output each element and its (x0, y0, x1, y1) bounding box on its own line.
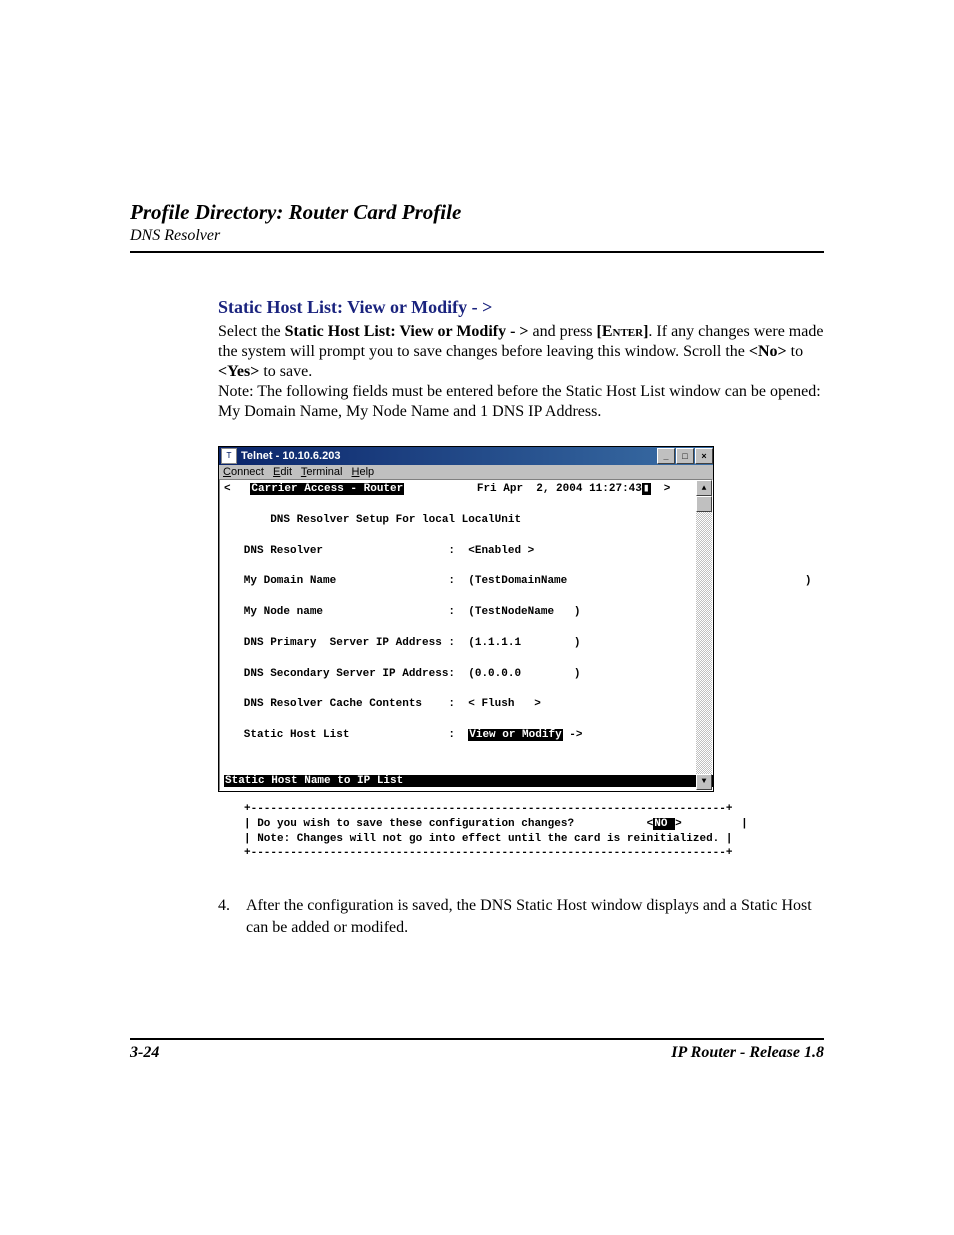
static-host-selected[interactable]: View or Modify (468, 729, 562, 741)
step-number: 4. (218, 895, 246, 938)
arrow-icon: -> (563, 729, 583, 741)
window-titlebar[interactable]: T Telnet - 10.10.6.203 _ □ × (219, 447, 713, 465)
mnemonic: C (223, 466, 231, 478)
secondary-ip-value[interactable]: 0.0.0.0 (475, 668, 521, 680)
key-enter: [Enter] (597, 323, 649, 340)
terminal-area: < Carrier Access - Router Fri Apr 2, 200… (219, 479, 713, 791)
text: to save. (259, 363, 312, 380)
status-bar: Static Host Name to IP List (224, 775, 714, 787)
text: onnect (231, 466, 264, 478)
primary-ip-value[interactable]: 1.1.1.1 (475, 637, 521, 649)
cache-flush-value[interactable]: < Flush > (468, 698, 541, 710)
note-line: | Note: Changes will not go into effect … (244, 833, 732, 845)
text: ) (521, 668, 580, 680)
option-yes: <Yes> (218, 363, 259, 380)
menu-edit[interactable]: Edit (273, 466, 292, 478)
text: erminal (306, 466, 342, 478)
text: > (651, 483, 671, 495)
menu-terminal[interactable]: Terminal (301, 466, 343, 478)
field-reference: Static Host List: View or Modify - > (285, 323, 529, 340)
page-title: Profile Directory: Router Card Profile (130, 200, 824, 225)
minimize-button[interactable]: _ (657, 448, 675, 464)
vertical-scrollbar[interactable]: ▲ ▼ (696, 480, 712, 790)
node-name-value[interactable]: TestNodeName (475, 606, 554, 618)
text: dit (280, 466, 292, 478)
dns-resolver-value[interactable]: <Enabled > (468, 545, 534, 557)
menu-help[interactable]: Help (352, 466, 375, 478)
box-edge: +---------------------------------------… (244, 847, 732, 859)
field-label: DNS Primary Server IP Address : ( (224, 637, 475, 649)
field-label: My Node name : ( (224, 606, 475, 618)
text: < (224, 483, 250, 495)
terminal-output[interactable]: < Carrier Access - Router Fri Apr 2, 200… (220, 480, 712, 790)
text: > | (675, 818, 748, 830)
field-label: My Domain Name : ( (224, 575, 475, 587)
page-number: 3-24 (130, 1044, 159, 1062)
option-no: <No> (749, 343, 787, 360)
page-footer: 3-24 IP Router - Release 1.8 (130, 1038, 824, 1062)
telnet-window: T Telnet - 10.10.6.203 _ □ × Connect Edi… (218, 446, 714, 792)
domain-name-value[interactable]: TestDomainName (475, 575, 567, 587)
text: Select the (218, 323, 285, 340)
setup-heading: DNS Resolver Setup For local LocalUnit (224, 514, 521, 526)
header-rule (130, 251, 824, 253)
router-banner: Carrier Access - Router (250, 483, 404, 495)
box-edge: +---------------------------------------… (244, 803, 732, 815)
step-4: 4. After the configuration is saved, the… (218, 895, 824, 938)
footer-rule (130, 1038, 824, 1040)
note-text: Note: The following fields must be enter… (218, 383, 821, 420)
instruction-paragraph: Select the Static Host List: View or Mod… (218, 322, 824, 422)
option-no-selected[interactable]: NO (653, 818, 675, 830)
timestamp: Fri Apr 2, 2004 11:27:43 (404, 483, 642, 495)
field-label: DNS Resolver : (224, 545, 468, 557)
text: ) (521, 637, 580, 649)
field-label: DNS Secondary Server IP Address: ( (224, 668, 475, 680)
field-label: DNS Resolver Cache Contents : (224, 698, 468, 710)
scroll-thumb[interactable] (696, 496, 712, 512)
text: to (787, 343, 803, 360)
text: ) (554, 606, 580, 618)
menu-connect[interactable]: Connect (223, 466, 264, 478)
prompt-text: | Do you wish to save these configuratio… (244, 818, 653, 830)
maximize-button[interactable]: □ (676, 448, 694, 464)
release-label: IP Router - Release 1.8 (671, 1044, 824, 1062)
text: and press (529, 323, 597, 340)
text: ) (567, 575, 811, 587)
step-text: After the configuration is saved, the DN… (246, 895, 824, 938)
text: elp (359, 466, 374, 478)
page-subtitle: DNS Resolver (130, 227, 824, 245)
confirmation-dialog: +---------------------------------------… (244, 802, 824, 861)
field-label: Static Host List : (224, 729, 468, 741)
window-title: Telnet - 10.10.6.203 (241, 450, 656, 462)
scroll-down-button[interactable]: ▼ (696, 774, 712, 790)
menu-bar: Connect Edit Terminal Help (219, 465, 713, 479)
close-button[interactable]: × (695, 448, 713, 464)
cursor-icon: ▮ (642, 483, 651, 495)
scroll-up-button[interactable]: ▲ (696, 480, 712, 496)
section-heading: Static Host List: View or Modify - > (218, 297, 824, 318)
telnet-icon: T (221, 448, 237, 464)
